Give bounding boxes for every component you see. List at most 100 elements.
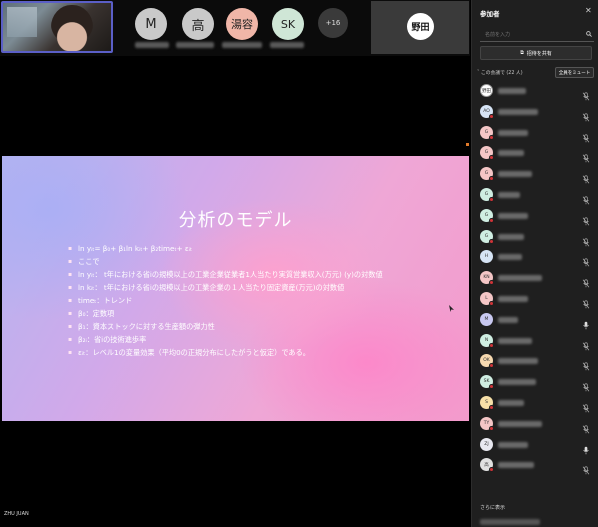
participant-name-blurred	[498, 275, 542, 282]
participant-name-blurred	[498, 379, 536, 386]
mic-icon[interactable]	[582, 315, 590, 330]
participant-row[interactable]: G	[472, 227, 598, 247]
participant-row[interactable]: ZJ	[472, 435, 598, 455]
participant-row[interactable]: 野田	[472, 81, 598, 101]
participant-name-blurred	[222, 42, 262, 48]
indicator-dot	[466, 143, 469, 146]
participant-row[interactable]: N	[472, 331, 598, 351]
participant-row[interactable]: G	[472, 143, 598, 163]
participant-row[interactable]: TY	[472, 414, 598, 434]
participant-row[interactable]: 高	[472, 455, 598, 475]
participant-avatar-yuyo[interactable]: 湯容	[226, 8, 258, 40]
participant-name-blurred	[498, 108, 538, 115]
panel-title: 参加者	[480, 10, 500, 18]
mic-muted-icon[interactable]	[582, 336, 590, 351]
mic-muted-icon[interactable]	[582, 273, 590, 288]
participant-avatar: G	[480, 146, 494, 161]
share-invite-button[interactable]: ⧉ 招待を共有	[480, 46, 592, 60]
mic-muted-icon[interactable]	[582, 128, 590, 143]
self-video-tile[interactable]	[1, 1, 113, 53]
status-badge	[489, 425, 494, 431]
participant-row[interactable]: M	[472, 310, 598, 330]
participant-name-blurred	[498, 420, 542, 427]
participant-strip: M 高 湯容 SK +16 野田	[0, 0, 470, 56]
participants-section-header[interactable]: ˇ この会議で (22 人)	[477, 69, 523, 76]
mute-all-button[interactable]: 全員をミュート	[555, 67, 594, 78]
participant-name-blurred	[498, 171, 532, 178]
mic-muted-icon[interactable]	[582, 86, 590, 101]
slide-bullet: β₂ᵢ：省iの技術進歩率	[68, 335, 398, 344]
slide-bullet: β₁：資本ストックに対する生産額の弾力性	[68, 322, 398, 331]
participant-avatar: G	[480, 188, 494, 202]
participant-row[interactable]: SK	[472, 372, 598, 392]
mic-muted-icon[interactable]	[582, 377, 590, 392]
mic-muted-icon[interactable]	[582, 252, 590, 267]
slide-bullet: timeₜ：トレンド	[68, 296, 398, 305]
participant-avatar: M	[480, 312, 493, 326]
mic-muted-icon[interactable]	[582, 356, 590, 371]
participant-avatar: ZJ	[480, 437, 493, 451]
mic-muted-icon[interactable]	[582, 190, 590, 205]
slide-bullet: ln yᵢₜ： t年における省iの規模以上の工業企業従業者1人当たり実質営業収入…	[68, 270, 398, 279]
mic-muted-icon[interactable]	[582, 398, 590, 413]
mic-muted-icon[interactable]	[582, 294, 590, 309]
status-badge	[489, 405, 494, 410]
participant-row[interactable]: AO	[472, 102, 598, 122]
participant-name-blurred	[498, 358, 538, 365]
participant-name-blurred	[498, 462, 534, 469]
search-input[interactable]	[480, 28, 594, 42]
mic-muted-icon[interactable]	[582, 211, 590, 226]
slide-bullet: ここで	[68, 257, 398, 266]
slide-title: 分析のモデル	[178, 210, 293, 231]
participant-row[interactable]: H	[472, 247, 598, 267]
status-badge	[489, 238, 494, 244]
status-badge	[489, 363, 494, 369]
mic-muted-icon[interactable]	[582, 460, 590, 475]
slide-bullet: β₀：定数項	[68, 309, 398, 318]
mic-muted-icon[interactable]	[582, 148, 590, 163]
participant-row[interactable]: S	[472, 393, 598, 413]
mic-muted-icon[interactable]	[582, 232, 590, 247]
status-badge	[489, 134, 494, 140]
search-icon[interactable]	[586, 31, 592, 39]
participant-name-blurred	[498, 316, 518, 323]
participant-name-blurred	[498, 129, 528, 136]
participant-avatar: H	[480, 250, 493, 264]
more-participants-badge[interactable]: +16	[318, 8, 348, 38]
close-icon[interactable]: ✕	[585, 6, 592, 15]
participant-name-blurred	[498, 254, 522, 261]
participant-avatar-gao[interactable]: 高	[182, 8, 214, 40]
mic-muted-icon[interactable]	[582, 169, 590, 184]
participant-name-blurred	[498, 233, 524, 240]
status-badge	[489, 384, 494, 390]
participant-row[interactable]: KN	[472, 268, 598, 288]
participant-avatar: G	[480, 229, 494, 244]
participant-avatar-sk[interactable]: SK	[272, 8, 304, 40]
participant-row[interactable]: L	[472, 289, 598, 309]
participant-avatar: OK	[480, 354, 494, 369]
mic-muted-icon[interactable]	[582, 419, 590, 434]
mic-muted-icon[interactable]	[582, 107, 590, 122]
participant-name-blurred	[498, 400, 524, 406]
presentation-slide: 分析のモデル ln yᵢₜ= β₀+ β₁ln kᵢₜ+ β₂timeₜ+ εᵢ…	[2, 156, 469, 421]
show-more-link[interactable]: さらに表示	[480, 504, 505, 511]
status-badge	[489, 280, 494, 286]
participant-row[interactable]: G	[472, 123, 598, 143]
slide-bullet: εᵢₜ：レベル1の変量効果（平均0の正規分布にしたがうと仮定）である。	[68, 348, 398, 357]
active-speaker-tile[interactable]: 野田	[371, 1, 469, 54]
participants-panel: 参加者 ✕ ⧉ 招待を共有 ˇ この会議で (22 人) 全員をミュート 野田 A…	[471, 0, 598, 527]
share-icon: ⧉	[520, 50, 524, 56]
active-speaker-avatar: 野田	[407, 13, 434, 40]
participant-avatar-m[interactable]: M	[135, 8, 167, 40]
slide-bullet: ln yᵢₜ= β₀+ β₁ln kᵢₜ+ β₂timeₜ+ εᵢₜ	[68, 244, 398, 253]
mic-icon[interactable]	[582, 440, 590, 454]
status-badge	[489, 197, 494, 202]
status-badge	[489, 342, 494, 348]
participant-row[interactable]: OK	[472, 351, 598, 371]
participant-name-blurred	[498, 150, 524, 157]
participant-name-blurred	[498, 192, 520, 198]
status-badge	[489, 217, 494, 223]
participant-row[interactable]: G	[472, 206, 598, 226]
participant-row[interactable]: G	[472, 185, 598, 205]
participant-row[interactable]: G	[472, 164, 598, 184]
